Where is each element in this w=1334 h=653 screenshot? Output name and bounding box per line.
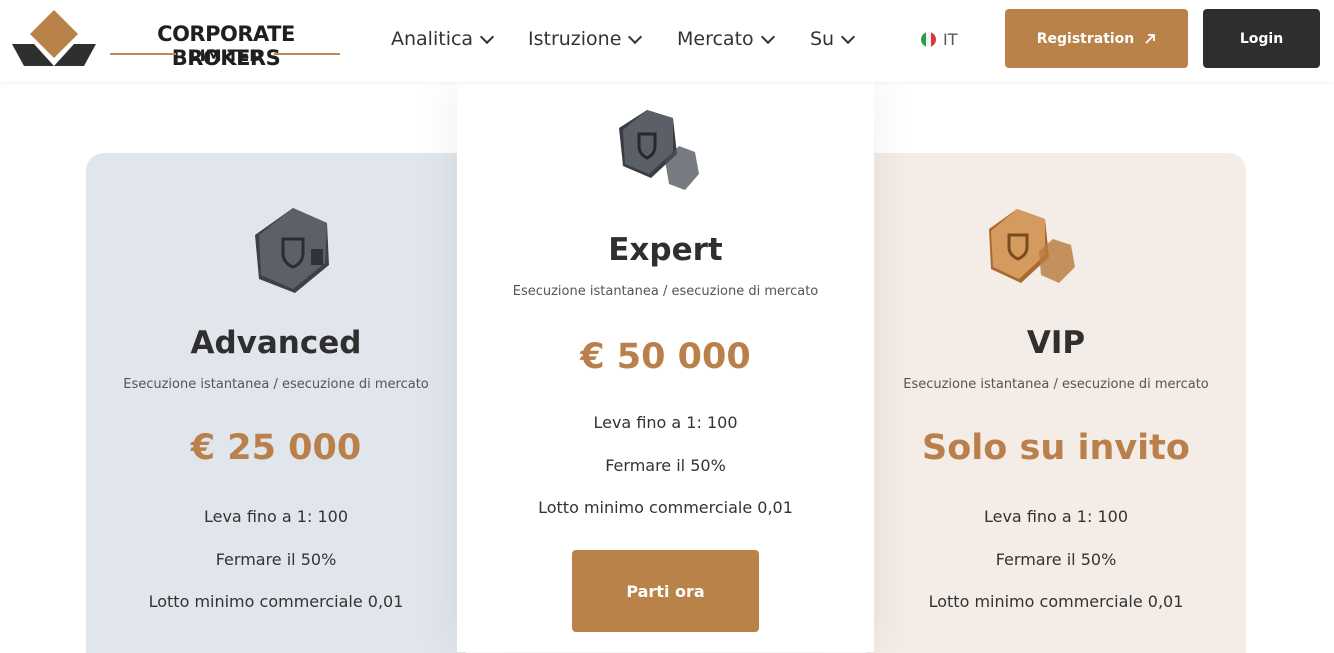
brand-subname: LIMITED (189, 46, 263, 65)
nav-item-istruzione[interactable]: Istruzione (528, 0, 643, 78)
plan-card-advanced: Advanced Esecuzione istantanea / esecuzi… (86, 153, 466, 653)
plan-price: Solo su invito (922, 428, 1190, 468)
bronze-coin-icon (989, 209, 1075, 283)
nav-label: Su (810, 28, 835, 50)
registration-button[interactable]: Registration (1005, 9, 1188, 68)
plan-subtitle: Esecuzione istantanea / esecuzione di me… (123, 377, 429, 392)
plan-feature-leverage: Leva fino a 1: 100 (593, 413, 738, 432)
hexagon-coin-icon (619, 110, 699, 190)
site-header: CORPORATE BROKERS LIMITED Analitica Istr… (0, 0, 1334, 82)
plan-card-expert: Expert Esecuzione istantanea / esecuzion… (457, 82, 874, 652)
plan-feature-stop: Fermare il 50% (995, 550, 1117, 569)
plan-name: Advanced (190, 325, 362, 361)
plan-feature-lot: Lotto minimo commerciale 0,01 (538, 498, 793, 517)
plan-subtitle: Esecuzione istantanea / esecuzione di me… (903, 377, 1209, 392)
plan-name: Expert (608, 232, 723, 268)
logo-mark-icon (12, 10, 96, 66)
nav-label: Analitica (391, 28, 474, 50)
italy-flag-icon (921, 32, 936, 47)
start-now-button[interactable]: Parti ora (572, 550, 759, 632)
chevron-down-icon (841, 29, 856, 44)
chevron-down-icon (760, 29, 775, 44)
plan-feature-lot: Lotto minimo commerciale 0,01 (148, 592, 404, 611)
hexagon-coin-icon (255, 208, 329, 293)
nav-item-su[interactable]: Su (810, 0, 856, 78)
registration-label: Registration (1036, 30, 1135, 47)
plan-price: € 25 000 (190, 428, 362, 468)
nav-label: Mercato (677, 28, 754, 50)
nav-label: Istruzione (528, 28, 622, 50)
brand-logo[interactable]: CORPORATE BROKERS LIMITED (12, 8, 342, 70)
arrow-up-right-icon (1145, 33, 1156, 44)
language-selector[interactable]: IT (921, 30, 958, 49)
nav-item-analitica[interactable]: Analitica (391, 0, 495, 78)
plan-feature-lot: Lotto minimo commerciale 0,01 (928, 592, 1184, 611)
plan-feature-leverage: Leva fino a 1: 100 (203, 507, 348, 526)
nav-item-mercato[interactable]: Mercato (677, 0, 775, 78)
login-label: Login (1239, 30, 1284, 47)
logo-divider-right (274, 53, 340, 55)
chevron-down-icon (628, 29, 643, 44)
login-button[interactable]: Login (1203, 9, 1320, 68)
plan-feature-stop: Fermare il 50% (605, 456, 726, 475)
plan-feature-leverage: Leva fino a 1: 100 (983, 507, 1128, 526)
plan-card-vip: VIP Esecuzione istantanea / esecuzione d… (866, 153, 1246, 653)
plan-name: VIP (1026, 325, 1086, 361)
plan-subtitle: Esecuzione istantanea / esecuzione di me… (512, 284, 819, 299)
plan-feature-stop: Fermare il 50% (215, 550, 337, 569)
chevron-down-icon (479, 29, 495, 44)
start-now-label: Parti ora (626, 581, 705, 601)
plan-price: € 50 000 (580, 337, 751, 377)
language-code: IT (943, 30, 958, 49)
